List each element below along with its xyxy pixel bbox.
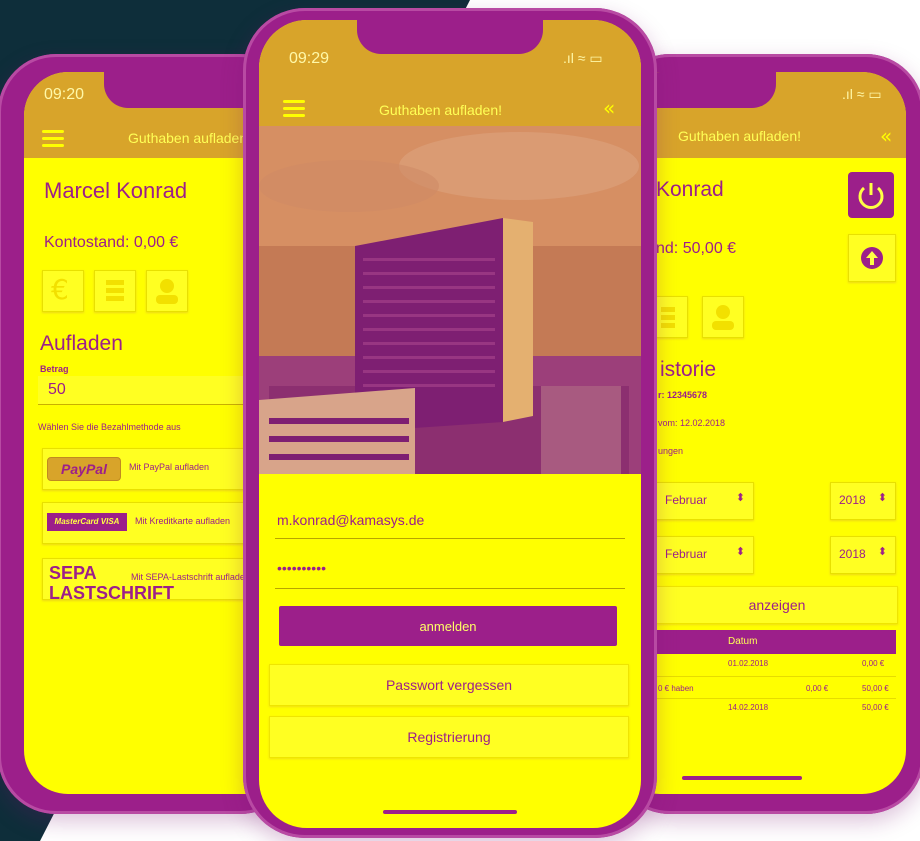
- right-person-tab[interactable]: [702, 296, 744, 338]
- center-phone-screen: 09:29 .ıl ≈ ▭ Guthaben aufladen! « m.kon…: [259, 20, 641, 828]
- from-month-select[interactable]: Februar ⬍: [656, 482, 754, 520]
- right-home-indicator: [682, 776, 802, 780]
- center-home-indicator: [383, 810, 517, 814]
- list-icon: [661, 307, 675, 328]
- table-header: Datum: [656, 630, 896, 654]
- paypal-label: Mit PayPal aufladen: [129, 462, 210, 472]
- right-phone-screen: .ıl ≈ ▭ Guthaben aufladen! « Konrad nd: …: [616, 72, 906, 794]
- history-title: istorie: [660, 358, 717, 381]
- center-status-icons: .ıl ≈ ▭: [563, 50, 603, 66]
- email-value: m.konrad@kamasys.de: [277, 512, 425, 528]
- left-balance: Kontostand: 0,00 €: [44, 234, 179, 251]
- creditcard-label: Mit Kreditkarte aufladen: [135, 516, 231, 526]
- center-phone: 09:29 .ıl ≈ ▭ Guthaben aufladen! « m.kon…: [243, 8, 657, 838]
- euro-tab[interactable]: €: [42, 270, 84, 312]
- login-button[interactable]: anmelden: [279, 606, 617, 646]
- table-row: 01.02.2018 0,00 €: [656, 656, 896, 677]
- center-app-title: Guthaben aufladen!: [379, 102, 502, 118]
- center-menu-icon[interactable]: [283, 100, 305, 118]
- person-icon: [712, 305, 734, 330]
- creditcard-logo: MasterCard VISA: [47, 513, 127, 531]
- right-user-name: Konrad: [656, 178, 724, 201]
- history-date: vom: 12.02.2018: [658, 418, 726, 428]
- right-list-tab[interactable]: [656, 296, 688, 338]
- left-user-name: Marcel Konrad: [44, 178, 188, 203]
- show-button[interactable]: anzeigen: [656, 586, 898, 624]
- select-arrows-icon: ⬍: [877, 491, 887, 504]
- to-month-select[interactable]: Februar ⬍: [656, 536, 754, 574]
- table-row: 14.02.2018 50,00 €: [728, 703, 889, 712]
- person-tab[interactable]: [146, 270, 188, 312]
- paypal-logo: PayPal: [47, 457, 121, 481]
- logout-button[interactable]: [848, 172, 894, 218]
- upload-button[interactable]: [848, 234, 896, 282]
- euro-icon: €: [51, 273, 69, 306]
- customer-number: r: 12345678: [658, 390, 708, 400]
- building-photo: [259, 126, 641, 474]
- from-year-select[interactable]: 2018 ⬍: [830, 482, 896, 520]
- section-title-aufladen: Aufladen: [40, 332, 123, 355]
- right-app-title: Guthaben aufladen!: [678, 128, 801, 144]
- select-arrows-icon: ⬍: [735, 491, 745, 504]
- password-field[interactable]: ••••••••••: [275, 554, 625, 589]
- center-status-time: 09:29: [289, 50, 330, 67]
- left-status-time: 09:20: [44, 86, 85, 103]
- select-arrows-icon: ⬍: [735, 545, 745, 558]
- select-arrows-icon: ⬍: [877, 545, 887, 558]
- power-icon: [858, 183, 884, 209]
- table-row: 0 € haben 0,00 € 50,00 €: [656, 678, 896, 699]
- left-menu-icon[interactable]: [42, 130, 64, 148]
- sepa-logo: SEPA LASTSCHRIFT: [49, 563, 174, 603]
- amount-value: 50: [48, 381, 66, 398]
- forgot-password-button[interactable]: Passwort vergessen: [269, 664, 629, 706]
- right-collapse-icon[interactable]: «: [880, 124, 892, 148]
- right-phone: .ıl ≈ ▭ Guthaben aufladen! « Konrad nd: …: [612, 54, 920, 814]
- password-value: ••••••••••: [277, 560, 327, 576]
- register-button[interactable]: Registrierung: [269, 716, 629, 758]
- list-icon: [106, 280, 124, 301]
- list-tab[interactable]: [94, 270, 136, 312]
- center-collapse-icon[interactable]: «: [603, 96, 615, 120]
- amount-label: Betrag: [40, 364, 69, 374]
- right-status-icons: .ıl ≈ ▭: [842, 86, 882, 102]
- left-app-title: Guthaben aufladen!: [128, 130, 251, 146]
- payment-method-prompt: Wählen Sie die Bezahlmethode aus: [38, 422, 181, 432]
- sepa-label: Mit SEPA-Lastschrift aufladen: [131, 572, 250, 582]
- right-balance: nd: 50,00 €: [656, 240, 737, 257]
- bookings-label: ungen: [658, 446, 684, 456]
- email-field[interactable]: m.konrad@kamasys.de: [275, 504, 625, 539]
- to-year-select[interactable]: 2018 ⬍: [830, 536, 896, 574]
- person-icon: [156, 279, 178, 304]
- upload-circle-icon: [861, 247, 883, 269]
